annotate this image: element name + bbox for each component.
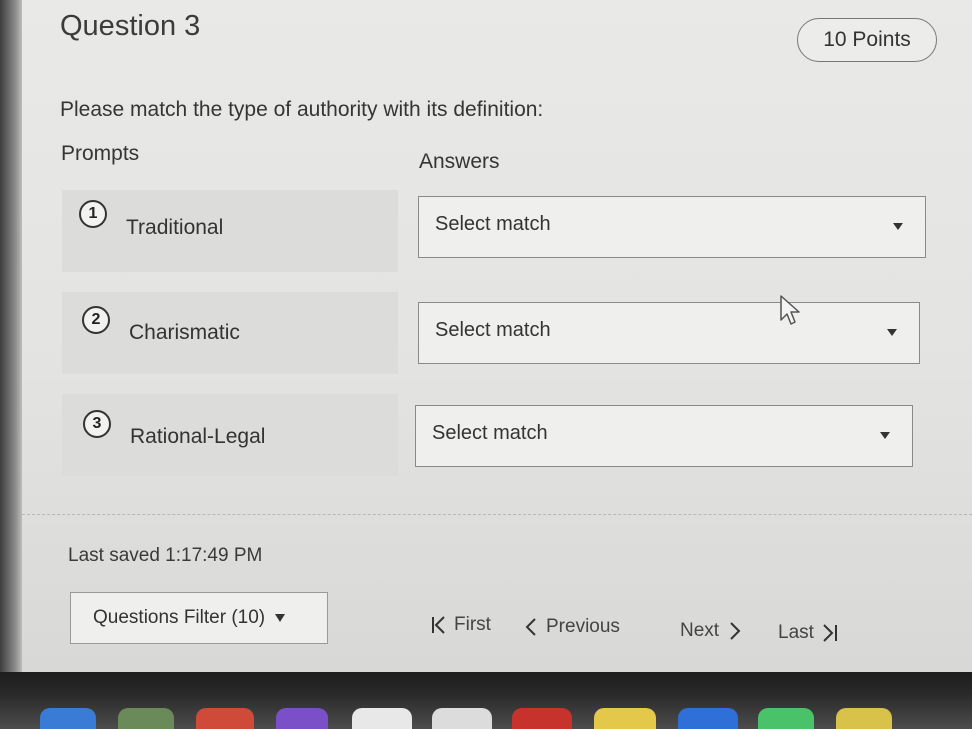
mouse-pointer-icon [780, 295, 800, 325]
question-instructions: Please match the type of authority with … [60, 98, 544, 121]
chrome-dock-icon[interactable] [196, 708, 254, 729]
app-dock-icon[interactable] [432, 708, 492, 729]
chevron-left-icon [525, 618, 536, 636]
dropdown-caret-icon [887, 329, 897, 336]
photos-dock-icon[interactable] [352, 708, 412, 729]
section-divider [22, 514, 972, 515]
answer-select-2[interactable]: Select match [418, 302, 920, 364]
app-dock-icon[interactable] [276, 708, 328, 729]
next-label: Next [680, 620, 720, 641]
previous-label: Previous [546, 616, 620, 637]
answer-select-value: Select match [435, 213, 551, 235]
notes-dock-icon[interactable] [594, 708, 656, 729]
prompts-header: Prompts [61, 142, 140, 165]
last-page-icon [823, 624, 837, 642]
dropdown-caret-icon [880, 432, 890, 439]
last-saved-status: Last saved 1:17:49 PM [68, 545, 263, 566]
last-label: Last [778, 622, 814, 643]
app-dock-icon[interactable] [758, 708, 814, 729]
prompt-number-badge: 3 [83, 410, 111, 438]
screen-bezel [0, 0, 22, 729]
questions-filter-button[interactable]: Questions Filter (10) [70, 592, 328, 644]
app-dock-icon[interactable] [118, 708, 174, 729]
next-button[interactable]: Next [680, 620, 743, 642]
chevron-right-icon [730, 622, 741, 640]
app-dock-icon[interactable] [836, 708, 892, 729]
app-dock-icon[interactable] [512, 708, 572, 729]
safari-dock-icon[interactable] [40, 708, 96, 729]
prompt-number-badge: 1 [79, 200, 107, 228]
first-label: First [454, 614, 491, 635]
prompt-row-1 [62, 190, 398, 272]
first-page-icon [432, 616, 445, 634]
dropdown-triangle-icon [275, 614, 286, 622]
points-badge: 10 Points [797, 18, 937, 62]
prompt-label-charismatic: Charismatic [129, 321, 240, 344]
answers-header: Answers [419, 150, 500, 173]
prompt-label-rational-legal: Rational-Legal [130, 425, 266, 448]
first-button[interactable]: First [430, 614, 491, 636]
answer-select-value: Select match [435, 319, 551, 341]
previous-button[interactable]: Previous [524, 616, 620, 638]
questions-filter-label: Questions Filter (10) [93, 607, 266, 628]
last-button[interactable]: Last [778, 622, 840, 644]
app-dock-icon[interactable] [678, 708, 738, 729]
prompt-label-traditional: Traditional [126, 216, 224, 239]
answer-select-1[interactable]: Select match [418, 196, 926, 258]
prompt-number-badge: 2 [82, 306, 110, 334]
answer-select-3[interactable]: Select match [415, 405, 913, 467]
answer-select-value: Select match [432, 422, 548, 444]
dropdown-caret-icon [893, 223, 903, 230]
question-title: Question 3 [60, 10, 201, 42]
